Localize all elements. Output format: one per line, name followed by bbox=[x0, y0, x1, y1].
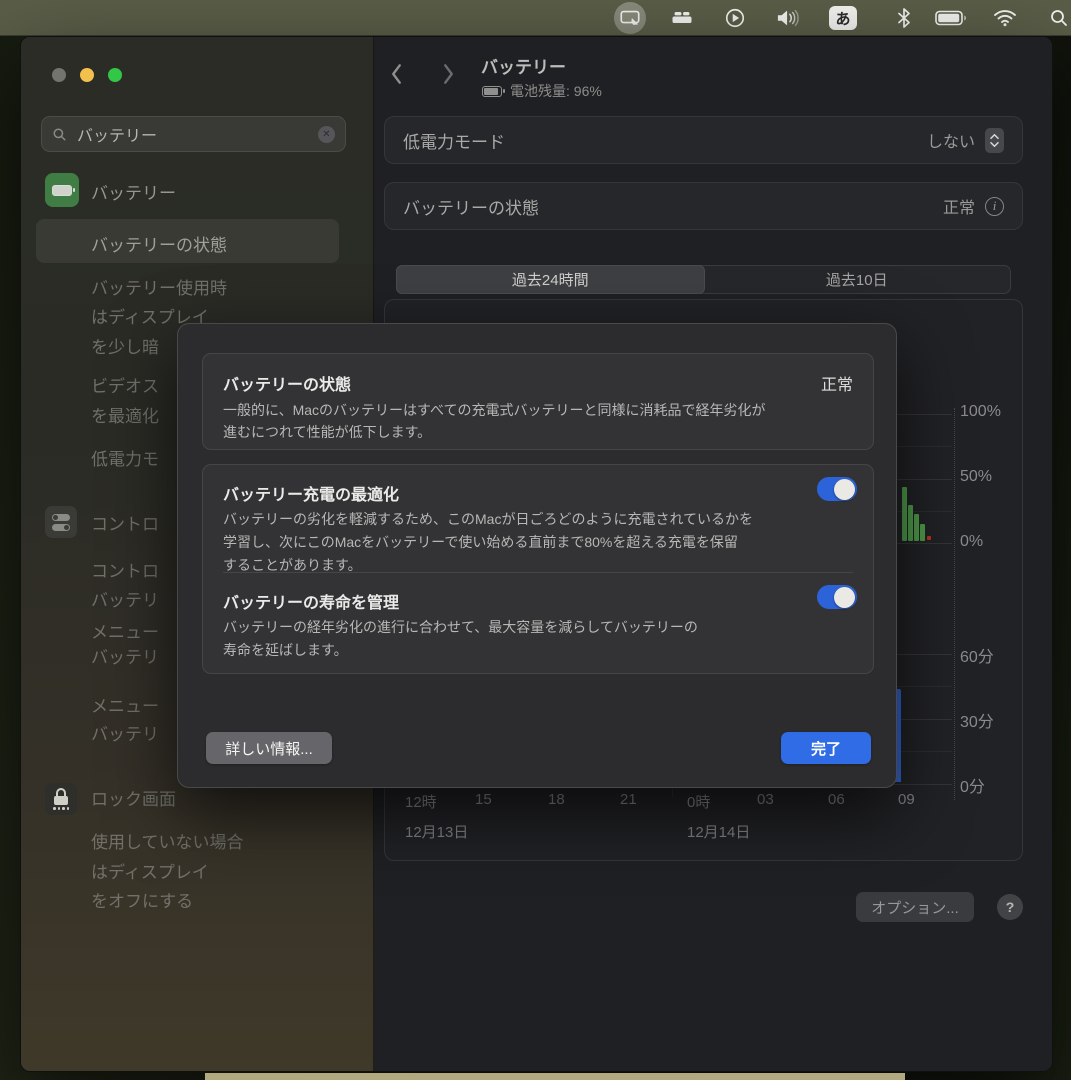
battery-level-bar bbox=[914, 514, 919, 541]
search-result-line[interactable]: を最適化 bbox=[91, 402, 159, 427]
minimize-button[interactable] bbox=[80, 68, 94, 82]
ytick-60min: 60分 bbox=[960, 643, 994, 667]
sidebar-search-field[interactable]: ✕ bbox=[41, 116, 346, 152]
wifi-icon[interactable] bbox=[992, 5, 1018, 31]
search-result-line[interactable]: をオフにする bbox=[91, 887, 193, 912]
battery-health-row: バッテリーの状態 正常 i bbox=[384, 182, 1023, 230]
clear-search-icon[interactable]: ✕ bbox=[318, 126, 335, 143]
forward-button[interactable] bbox=[437, 61, 459, 87]
low-power-mode-popup[interactable] bbox=[985, 128, 1004, 153]
ytick-100pct: 100% bbox=[960, 403, 1001, 421]
info-icon[interactable]: i bbox=[985, 197, 1004, 216]
xtick-hour: 12時 bbox=[405, 791, 437, 812]
optimized-charging-toggle[interactable] bbox=[817, 477, 857, 501]
xtick-hour: 0時 bbox=[687, 791, 710, 812]
manage-longevity-desc: バッテリーの経年劣化の進行に合わせて、最大容量を減らしてバッテリーの bbox=[223, 617, 698, 637]
search-result-line[interactable]: バッテリー使用時 bbox=[91, 274, 227, 299]
xtick-hour: 15 bbox=[475, 791, 492, 808]
dialog-health-title: バッテリーの状態 bbox=[223, 371, 351, 395]
manage-longevity-title: バッテリーの寿命を管理 bbox=[223, 589, 399, 613]
date-label: 12月14日 bbox=[687, 821, 750, 842]
xtick-hour: 18 bbox=[548, 791, 565, 808]
control-center-icon bbox=[45, 506, 77, 538]
low-power-mode-row: 低電力モード しない bbox=[384, 116, 1023, 164]
sidebar-selected-label: バッテリーの状態 bbox=[91, 231, 227, 256]
xtick-hour: 03 bbox=[757, 791, 774, 808]
charging-marker bbox=[927, 536, 931, 540]
screen-mirroring-icon bbox=[619, 7, 641, 29]
manage-longevity-toggle[interactable] bbox=[817, 585, 857, 609]
close-button[interactable] bbox=[52, 68, 66, 82]
more-info-button[interactable]: 詳しい情報... bbox=[206, 732, 332, 764]
ytick-30min: 30分 bbox=[960, 708, 994, 732]
background-window-strip bbox=[205, 1073, 905, 1080]
optimized-charging-desc: バッテリーの劣化を軽減するため、このMacが日ごろどのように充電されているかを bbox=[223, 509, 753, 529]
tab-last-10-days[interactable]: 過去10日 bbox=[704, 266, 1011, 293]
ytick-0pct: 0% bbox=[960, 533, 983, 551]
dialog-health-value: 正常 bbox=[821, 371, 853, 395]
search-result-line[interactable]: を少し暗 bbox=[91, 333, 159, 358]
search-result-line[interactable]: ビデオス bbox=[91, 372, 159, 397]
search-icon bbox=[52, 127, 67, 142]
zoom-button[interactable] bbox=[108, 68, 122, 82]
battery-level-bar bbox=[902, 487, 907, 541]
search-result-line[interactable]: 使用していない場合 bbox=[91, 828, 244, 853]
manage-longevity-desc: 寿命を延ばします。 bbox=[223, 640, 348, 660]
tab-last-24-hours[interactable]: 過去24時間 bbox=[396, 265, 705, 294]
ytick-0min: 0分 bbox=[960, 773, 985, 797]
low-power-mode-value: しない bbox=[927, 128, 975, 152]
help-button[interactable]: ? bbox=[997, 894, 1023, 920]
date-label: 12月13日 bbox=[405, 821, 468, 842]
time-range-segmented-control: 過去24時間 過去10日 bbox=[396, 265, 1011, 294]
charging-options-card: バッテリー充電の最適化 バッテリーの劣化を軽減するため、このMacが日ごろどのよ… bbox=[202, 464, 874, 674]
menu-bar: あ bbox=[0, 0, 1071, 36]
done-button[interactable]: 完了 bbox=[781, 732, 871, 764]
battery-app-icon[interactable] bbox=[45, 173, 79, 207]
search-result-line[interactable]: メニュー bbox=[91, 692, 159, 717]
low-power-mode-label: 低電力モード bbox=[403, 128, 927, 153]
ytick-50pct: 50% bbox=[960, 468, 992, 486]
xtick-hour: 09 bbox=[898, 791, 915, 808]
health-summary-card: バッテリーの状態 正常 一般的に、Macのバッテリーはすべての充電式バッテリーと… bbox=[202, 353, 874, 450]
bluetooth-icon[interactable] bbox=[891, 5, 917, 31]
search-result-line[interactable]: コントロ bbox=[91, 510, 159, 535]
optimized-charging-desc: 学習し、次にこのMacをバッテリーで使い始める直前まで80%を超える充電を保留 bbox=[223, 532, 738, 552]
back-button[interactable] bbox=[385, 61, 407, 87]
optimized-charging-title: バッテリー充電の最適化 bbox=[223, 481, 399, 505]
sidebar-item-battery[interactable]: バッテリー bbox=[91, 179, 176, 204]
search-result-line[interactable]: 低電力モ bbox=[91, 445, 159, 470]
options-button[interactable]: オプション... bbox=[856, 892, 974, 922]
play-icon[interactable] bbox=[722, 5, 748, 31]
search-result-line[interactable]: メニュー bbox=[91, 618, 159, 643]
volume-icon[interactable] bbox=[775, 5, 801, 31]
dialog-health-desc: 進むにつれて性能が低下します。 bbox=[223, 422, 431, 442]
search-input[interactable] bbox=[75, 124, 318, 144]
spotlight-search-icon[interactable] bbox=[1046, 5, 1071, 31]
battery-level-bar bbox=[920, 524, 925, 541]
divider bbox=[223, 572, 853, 573]
chart-y-axis bbox=[954, 408, 955, 800]
battery-health-dialog: バッテリーの状態 正常 一般的に、Macのバッテリーはすべての充電式バッテリーと… bbox=[177, 323, 897, 788]
battery-health-value: 正常 bbox=[943, 194, 975, 218]
bed-icon[interactable] bbox=[669, 5, 695, 31]
xtick-hour: 06 bbox=[828, 791, 845, 808]
xtick-hour: 21 bbox=[620, 791, 637, 808]
battery-level-icon bbox=[482, 86, 502, 97]
page-title: バッテリー bbox=[481, 53, 566, 78]
battery-status-text: 電池残量: 96% bbox=[510, 81, 602, 101]
input-source-badge[interactable]: あ bbox=[829, 6, 857, 30]
dialog-health-desc: 一般的に、Macのバッテリーはすべての充電式バッテリーと同様に消耗品で経年劣化が bbox=[223, 400, 766, 420]
search-result-line[interactable]: ロック画面 bbox=[91, 785, 176, 810]
search-result-line[interactable]: バッテリ bbox=[91, 643, 159, 668]
battery-health-label: バッテリーの状態 bbox=[403, 194, 943, 219]
search-result-line[interactable]: コントロ bbox=[91, 557, 159, 582]
lock-icon bbox=[45, 783, 77, 815]
battery-level-bar bbox=[908, 505, 913, 541]
search-result-line[interactable]: バッテリ bbox=[91, 586, 159, 611]
search-result-line[interactable]: バッテリ bbox=[91, 720, 159, 745]
search-result-line[interactable]: はディスプレイ bbox=[91, 858, 209, 883]
battery-icon[interactable] bbox=[934, 5, 970, 31]
active-menu-extra-highlight[interactable] bbox=[614, 2, 646, 34]
